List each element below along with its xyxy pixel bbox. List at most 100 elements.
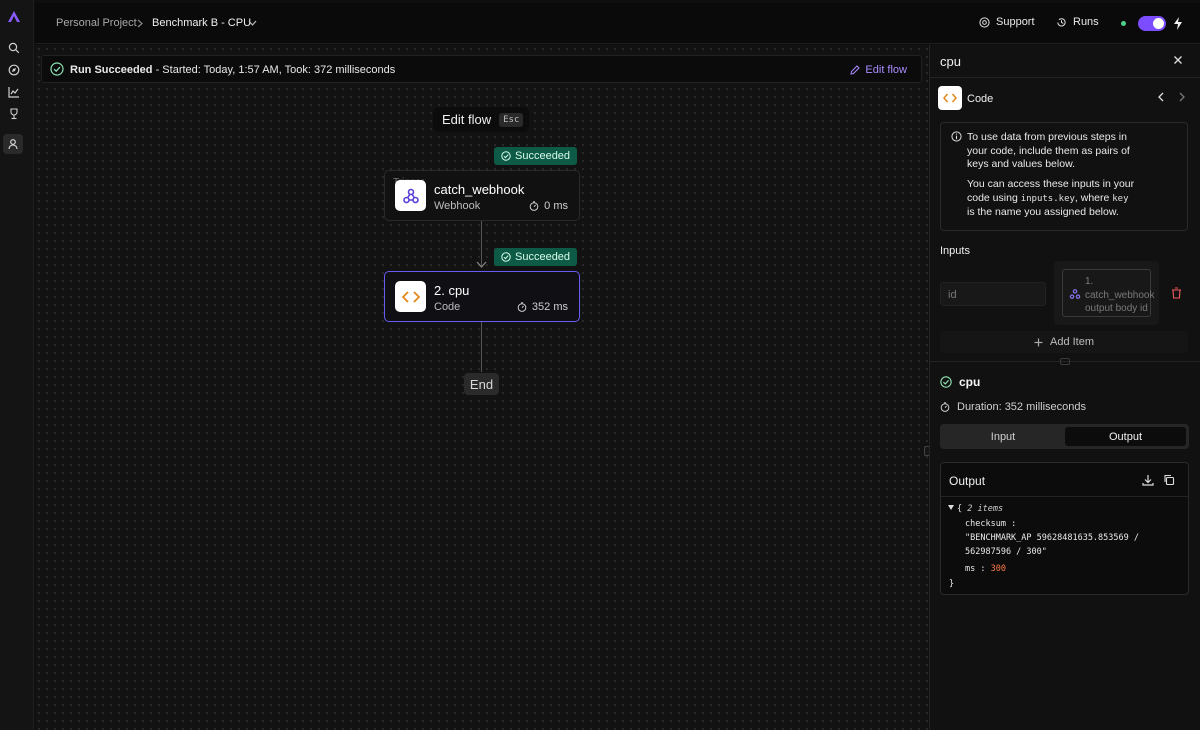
- breadcrumb-flow[interactable]: Benchmark B - CPU: [152, 17, 251, 29]
- runs-label: Runs: [1073, 16, 1099, 28]
- trigger-duration: 0 ms: [529, 200, 568, 212]
- input-value-chip[interactable]: 1. catch_webhook output body id: [1062, 269, 1155, 317]
- download-icon[interactable]: [1142, 474, 1154, 486]
- add-item-label: Add Item: [1049, 336, 1095, 348]
- user-icon[interactable]: [3, 134, 23, 154]
- add-item-button[interactable]: Add Item: [940, 331, 1188, 353]
- esc-shortcut: Esc: [499, 112, 524, 127]
- run-status-message: Run Succeeded - Started: Today, 1:57 AM,…: [70, 64, 395, 76]
- check-circle-icon: [501, 252, 511, 262]
- check-circle-icon: [501, 151, 511, 161]
- step-status-badge: Succeeded: [494, 248, 578, 266]
- search-icon[interactable]: [6, 40, 22, 56]
- plus-icon: [1034, 338, 1043, 346]
- trigger-status-label: Succeeded: [515, 150, 571, 162]
- result-duration: Duration: 352 milliseconds: [940, 401, 1086, 413]
- info-text-1: To use data from previous steps in your …: [967, 131, 1130, 170]
- edit-flow-link[interactable]: Edit flow: [850, 64, 907, 76]
- chevron-down-icon[interactable]: [248, 20, 257, 26]
- info-text-2: You can access these inputs in your code…: [967, 178, 1139, 220]
- webhook-icon: [395, 180, 426, 211]
- io-tabs: Input Output: [940, 424, 1189, 449]
- info-text-2b: , where: [1074, 191, 1113, 204]
- input-value-text: 1. catch_webhook output body id: [1085, 276, 1155, 314]
- run-status: Run Succeeded: [70, 64, 153, 76]
- lightning-icon[interactable]: [1173, 17, 1183, 30]
- logo-icon[interactable]: [6, 9, 22, 25]
- timer-icon: [517, 302, 527, 312]
- section-resize-handle[interactable]: [1060, 358, 1070, 365]
- step-duration: 352 ms: [517, 301, 568, 313]
- step-settings-panel: cpu Code To use data from previous steps…: [929, 45, 1200, 730]
- timer-icon: [940, 402, 950, 412]
- compass-icon[interactable]: [6, 62, 22, 78]
- input-key-field[interactable]: id: [940, 282, 1046, 306]
- check-circle-icon: [940, 376, 952, 388]
- status-dot: [1121, 21, 1126, 26]
- json-value-checksum-2: 562987596 / 300": [965, 547, 1047, 557]
- chart-icon[interactable]: [6, 84, 22, 100]
- close-icon[interactable]: [1173, 55, 1183, 65]
- edit-flow-pill[interactable]: Edit flow Esc: [433, 107, 529, 132]
- json-brace-close: }: [949, 579, 955, 589]
- divider: [930, 77, 1200, 78]
- tab-input[interactable]: Input: [943, 427, 1063, 446]
- info-code-key: key: [1112, 193, 1129, 204]
- json-value-checksum-1: "BENCHMARK_AP 59628481635.853569 /: [965, 533, 1139, 543]
- pencil-icon: [850, 65, 861, 75]
- inputs-label: Inputs: [940, 245, 970, 257]
- trigger-duration-value: 0 ms: [544, 200, 568, 212]
- output-viewer: Output { 2 items checksum : "BENCHMARK_A…: [940, 462, 1189, 595]
- copy-icon[interactable]: [1163, 474, 1175, 486]
- chevron-left-icon[interactable]: [1157, 92, 1165, 102]
- chevron-right-icon: [137, 19, 143, 28]
- end-node: End: [464, 373, 499, 395]
- json-item-count: 2 items: [967, 504, 1004, 514]
- trophy-icon[interactable]: [6, 106, 22, 122]
- json-colon: :: [980, 564, 986, 574]
- support-button[interactable]: Support: [979, 16, 1035, 28]
- json-value-ms: 300: [990, 564, 1006, 574]
- info-icon: [951, 131, 962, 142]
- trigger-name: catch_webhook: [434, 182, 525, 197]
- json-key-ms: ms : 300: [965, 564, 1006, 574]
- tab-output[interactable]: Output: [1065, 427, 1186, 446]
- breadcrumb-project[interactable]: Personal Project: [56, 17, 137, 29]
- step-type: Code: [434, 301, 461, 313]
- run-details: - Started: Today, 1:57 AM, Took: 372 mil…: [152, 64, 396, 76]
- result-duration-text: Duration: 352 milliseconds: [957, 401, 1087, 413]
- arrow-down-icon: [476, 261, 487, 268]
- collapse-caret-icon[interactable]: [948, 505, 954, 510]
- output-header: Output: [941, 463, 1188, 497]
- trigger-status-badge: Succeeded: [494, 147, 578, 165]
- json-brace-open: {: [957, 504, 963, 514]
- result-title: cpu: [940, 375, 980, 389]
- flow-enabled-toggle[interactable]: [1138, 16, 1166, 31]
- left-rail: [0, 0, 34, 730]
- support-label: Support: [996, 16, 1035, 28]
- check-circle-icon: [50, 62, 64, 76]
- connector-line: [481, 322, 482, 372]
- webhook-icon: [1069, 289, 1081, 299]
- piece-name: Code: [967, 93, 994, 105]
- trash-icon[interactable]: [1171, 287, 1182, 299]
- timer-icon: [529, 201, 539, 211]
- code-info-box: To use data from previous steps in your …: [940, 122, 1188, 231]
- json-key: ms: [965, 564, 976, 574]
- json-key-checksum: checksum :: [965, 519, 1016, 529]
- input-value-field[interactable]: 1. catch_webhook output body id: [1054, 261, 1159, 325]
- json-root: { 2 items: [957, 504, 1003, 514]
- edit-flow-pill-label: Edit flow: [442, 112, 492, 127]
- code-step-node[interactable]: 2. cpu Code 352 ms: [384, 271, 580, 322]
- runs-button[interactable]: Runs: [1056, 16, 1099, 28]
- trigger-node[interactable]: Trigger catch_webhook Webhook 0 ms: [384, 170, 580, 221]
- chevron-right-icon[interactable]: [1178, 92, 1186, 102]
- json-colon: :: [1011, 519, 1017, 529]
- history-icon: [1057, 17, 1066, 27]
- step-duration-value: 352 ms: [531, 301, 568, 313]
- output-title: Output: [949, 474, 986, 488]
- info-text-2c: is the name you assigned below.: [967, 206, 1119, 218]
- step-status-label: Succeeded: [515, 251, 571, 263]
- run-status-bar: Run Succeeded - Started: Today, 1:57 AM,…: [41, 55, 922, 83]
- code-icon: [395, 281, 426, 312]
